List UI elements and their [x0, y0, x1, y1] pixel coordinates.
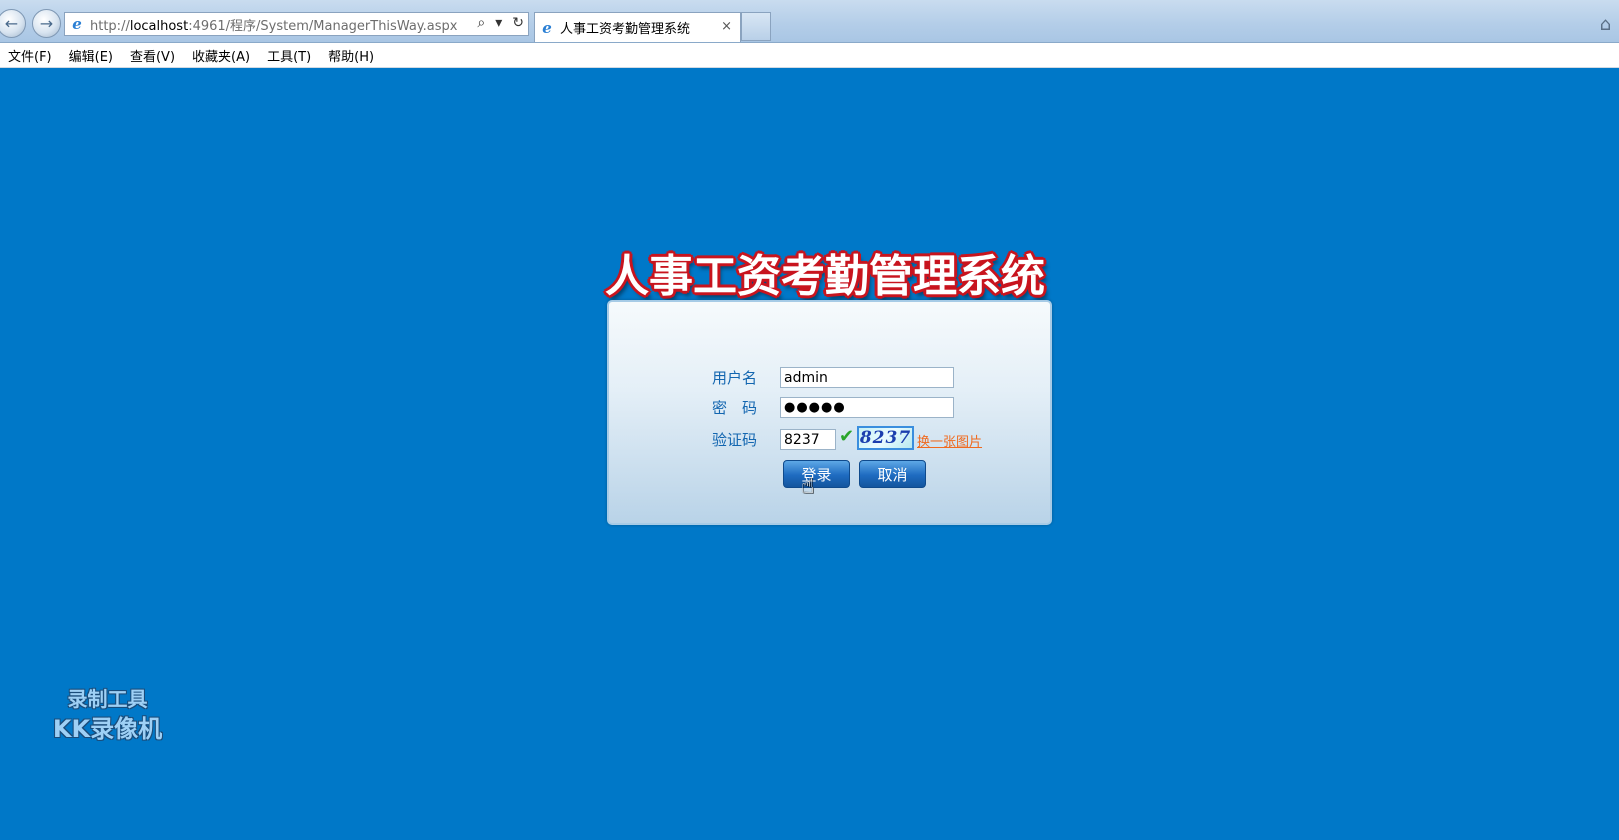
refresh-icon[interactable]: ↻ [512, 15, 524, 31]
ie-tab-icon: e [542, 18, 552, 37]
search-icon[interactable]: ⌕ [477, 15, 485, 31]
captcha-image[interactable]: 8237 [857, 426, 914, 450]
home-icon[interactable]: ⌂ [1600, 14, 1611, 35]
login-button[interactable]: 登录 [783, 460, 850, 488]
username-input[interactable]: admin [780, 367, 954, 388]
tab-active[interactable]: e 人事工资考勤管理系统 × [534, 12, 741, 42]
refresh-captcha-link[interactable]: 换一张图片 [917, 431, 982, 450]
menu-edit[interactable]: 编辑(E) [69, 46, 113, 65]
forward-button[interactable]: → [32, 9, 61, 38]
system-title: 人事工资考勤管理系统 [605, 251, 1045, 302]
address-bar[interactable]: e http://localhost:4961/程序/System/Manage… [64, 12, 529, 36]
menu-favorites[interactable]: 收藏夹(A) [192, 46, 250, 65]
dropdown-icon[interactable]: ▾ [495, 15, 502, 31]
tab-title: 人事工资考勤管理系统 [560, 22, 691, 37]
arrow-right-icon: → [39, 13, 54, 33]
hand-cursor-icon: ☝ [801, 474, 815, 499]
url-text[interactable]: http://localhost:4961/程序/System/ManagerT… [90, 15, 457, 34]
login-panel: 用户名 admin 密 码 ●●●●● 验证码 8237 ✔ 8237 换一张图… [607, 300, 1052, 525]
captcha-label: 验证码 [711, 431, 757, 449]
password-input[interactable]: ●●●●● [780, 397, 954, 418]
new-tab-button[interactable] [741, 12, 771, 41]
menu-help[interactable]: 帮助(H) [328, 46, 374, 65]
watermark-line1: 录制工具 [67, 687, 148, 711]
cancel-button[interactable]: 取消 [859, 460, 926, 488]
watermark-line2: KK录像机 [52, 715, 163, 743]
menu-view[interactable]: 查看(V) [130, 46, 175, 65]
menu-bar: 文件(F) 编辑(E) 查看(V) 收藏夹(A) 工具(T) 帮助(H) [0, 43, 1619, 68]
checkmark-icon: ✔ [839, 426, 855, 447]
browser-toolbar: ← → e http://localhost:4961/程序/System/Ma… [0, 0, 1619, 43]
username-label: 用户名 [711, 369, 757, 387]
menu-tools[interactable]: 工具(T) [267, 46, 311, 65]
menu-file[interactable]: 文件(F) [8, 46, 52, 65]
password-label: 密 码 [711, 399, 757, 417]
recorder-watermark: 录制工具 KK录像机 [35, 685, 180, 745]
back-button[interactable]: ← [0, 9, 26, 38]
close-icon[interactable]: × [721, 19, 732, 34]
captcha-input[interactable]: 8237 [780, 429, 836, 450]
arrow-left-icon: ← [4, 13, 19, 33]
ie-page-icon: e [72, 15, 82, 33]
